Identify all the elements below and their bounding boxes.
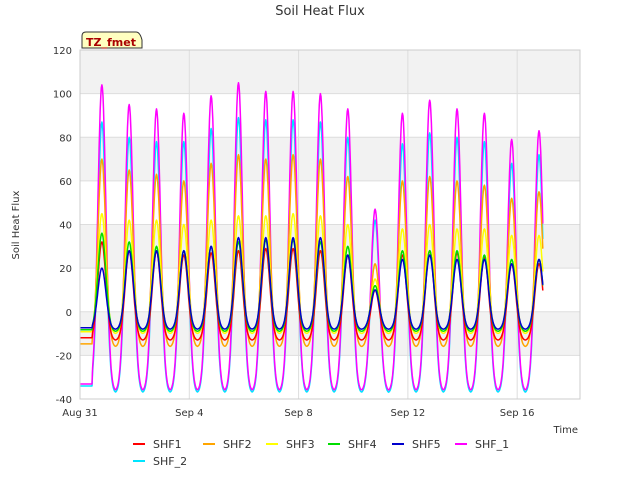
- x-tick-label: Sep 8: [284, 408, 312, 419]
- y-tick-label: 60: [59, 177, 72, 188]
- legend-label: SHF3: [286, 438, 315, 451]
- soil-heat-flux-chart: Soil Heat Flux -40 -20 0 20 40 60 80 100 120 Aug…: [0, 0, 640, 480]
- x-axis-label: Time: [553, 425, 578, 436]
- y-tick-label: 120: [53, 46, 72, 57]
- plot-band: [80, 50, 580, 94]
- y-tick-label: 80: [59, 133, 72, 144]
- y-tick-label: 40: [59, 221, 72, 232]
- x-tick-label: Sep 16: [500, 408, 535, 419]
- legend-label: SHF_1: [475, 438, 509, 451]
- y-tick-label: 0: [66, 308, 72, 319]
- legend-label: SHF5: [412, 438, 441, 451]
- x-tick-label: Aug 31: [62, 408, 97, 419]
- legend-label: SHF4: [348, 438, 377, 451]
- station-badge: TZ_fmet: [81, 31, 143, 49]
- chart-title: Soil Heat Flux: [275, 4, 365, 19]
- y-axis-label: Soil Heat Flux: [11, 190, 22, 259]
- x-tick-label: Sep 4: [175, 408, 203, 419]
- y-tick-label: -20: [56, 351, 72, 362]
- y-tick-label: 100: [53, 90, 72, 101]
- station-badge-label: TZ_fmet: [86, 36, 136, 49]
- x-tick-label: Sep 12: [390, 408, 425, 419]
- legend-label: SHF2: [223, 438, 252, 451]
- y-tick-label: -40: [56, 395, 72, 406]
- legend-label: SHF_2: [153, 455, 187, 468]
- y-tick-label: 20: [59, 264, 72, 275]
- legend-label: SHF1: [153, 438, 182, 451]
